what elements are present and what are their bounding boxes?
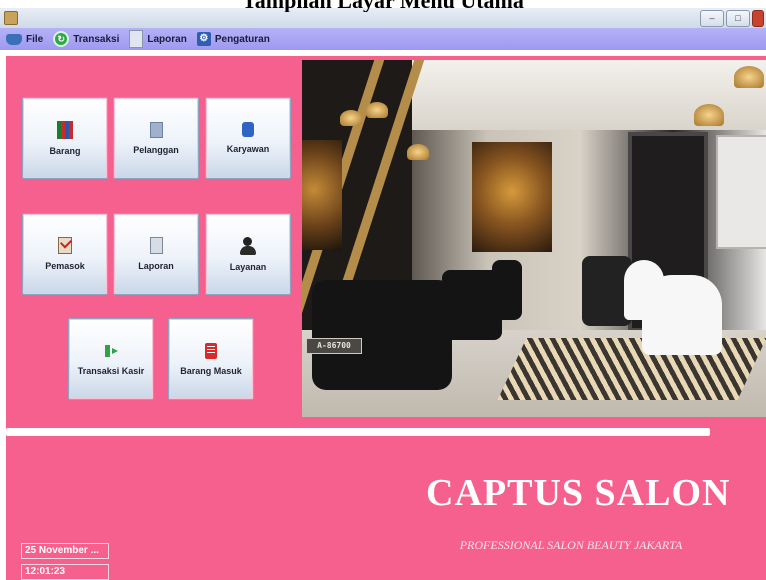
customer-icon — [149, 121, 163, 138]
barang-button[interactable]: Barang — [22, 97, 108, 179]
barang-masuk-label: Barang Masuk — [180, 365, 242, 376]
photo-black-chair — [492, 260, 522, 320]
karyawan-label: Karyawan — [226, 144, 270, 154]
maximize-button[interactable]: □ — [726, 10, 750, 27]
layanan-button[interactable]: Layanan — [205, 213, 291, 295]
photo-pendant-lamp — [366, 102, 388, 118]
menu-laporan[interactable]: Laporan — [129, 30, 187, 48]
photo-portrait-artwork — [472, 142, 552, 252]
menu-laporan-label: Laporan — [147, 33, 187, 45]
brand-name: CAPTUS SALON — [426, 472, 731, 514]
brand-tagline: PROFESSIONAL SALON BEAUTY JAKARTA — [459, 538, 683, 552]
barang-masuk-button[interactable]: Barang Masuk — [168, 318, 254, 400]
menu-file[interactable]: File — [6, 33, 44, 45]
employee-icon — [242, 122, 254, 137]
photo-rug — [497, 338, 766, 400]
app-icon — [4, 11, 18, 25]
document-icon — [129, 30, 144, 48]
document-caption: Tampilan Layar Menu Utama — [0, 0, 766, 12]
menu-pengaturan[interactable]: ⚙ Pengaturan — [196, 32, 270, 46]
menu-file-label: File — [26, 33, 44, 45]
pemasok-label: Pemasok — [45, 261, 85, 271]
pelanggan-button[interactable]: Pelanggan — [113, 97, 199, 179]
cashier-exit-icon — [103, 343, 119, 359]
pemasok-button[interactable]: Pemasok — [22, 213, 108, 295]
laporan-label: Laporan — [138, 261, 174, 271]
photo-white-chair — [642, 275, 722, 355]
clipboard-check-icon — [58, 237, 72, 254]
menu-bar: File ↻ Transaksi Laporan ⚙ Pengaturan — [0, 28, 766, 50]
refresh-icon: ↻ — [53, 31, 70, 47]
transaksi-kasir-button[interactable]: Transaksi Kasir — [68, 318, 154, 400]
photo-mirror — [716, 135, 766, 249]
date-display: 25 November ... — [21, 543, 109, 559]
window-controls: – □ — [700, 10, 764, 27]
laporan-button[interactable]: Laporan — [113, 213, 199, 295]
gear-icon: ⚙ — [196, 32, 211, 46]
salon-interior-photo: A-86700 — [302, 60, 766, 417]
photo-black-chair — [312, 280, 452, 390]
photo-pendant-lamp — [340, 110, 362, 126]
main-content: Barang Pelanggan Karyawan Pemasok Lapora… — [6, 56, 766, 580]
books-icon — [57, 120, 73, 139]
photo-pendant-lamp — [694, 104, 724, 126]
close-button[interactable] — [752, 10, 764, 27]
layanan-label: Layanan — [229, 261, 267, 272]
photo-license-plate: A-86700 — [306, 338, 362, 354]
menu-pengaturan-label: Pengaturan — [214, 33, 270, 45]
menu-transaksi-label: Transaksi — [73, 33, 120, 45]
photo-pendant-lamp — [734, 66, 764, 88]
photo-pendant-lamp — [407, 144, 429, 160]
pelanggan-label: Pelanggan — [133, 144, 179, 155]
transaksi-kasir-label: Transaksi Kasir — [77, 365, 145, 376]
minimize-button[interactable]: – — [700, 10, 724, 27]
service-person-icon — [239, 236, 257, 255]
folder-icon — [6, 33, 22, 45]
incoming-goods-icon — [205, 342, 217, 359]
separator-bar — [6, 428, 710, 436]
report-icon — [149, 237, 163, 254]
karyawan-button[interactable]: Karyawan — [205, 97, 291, 179]
menu-transaksi[interactable]: ↻ Transaksi — [53, 31, 119, 47]
barang-label: Barang — [49, 145, 81, 156]
time-display: 12:01:23 — [21, 564, 109, 580]
photo-left-portrait — [302, 140, 342, 250]
